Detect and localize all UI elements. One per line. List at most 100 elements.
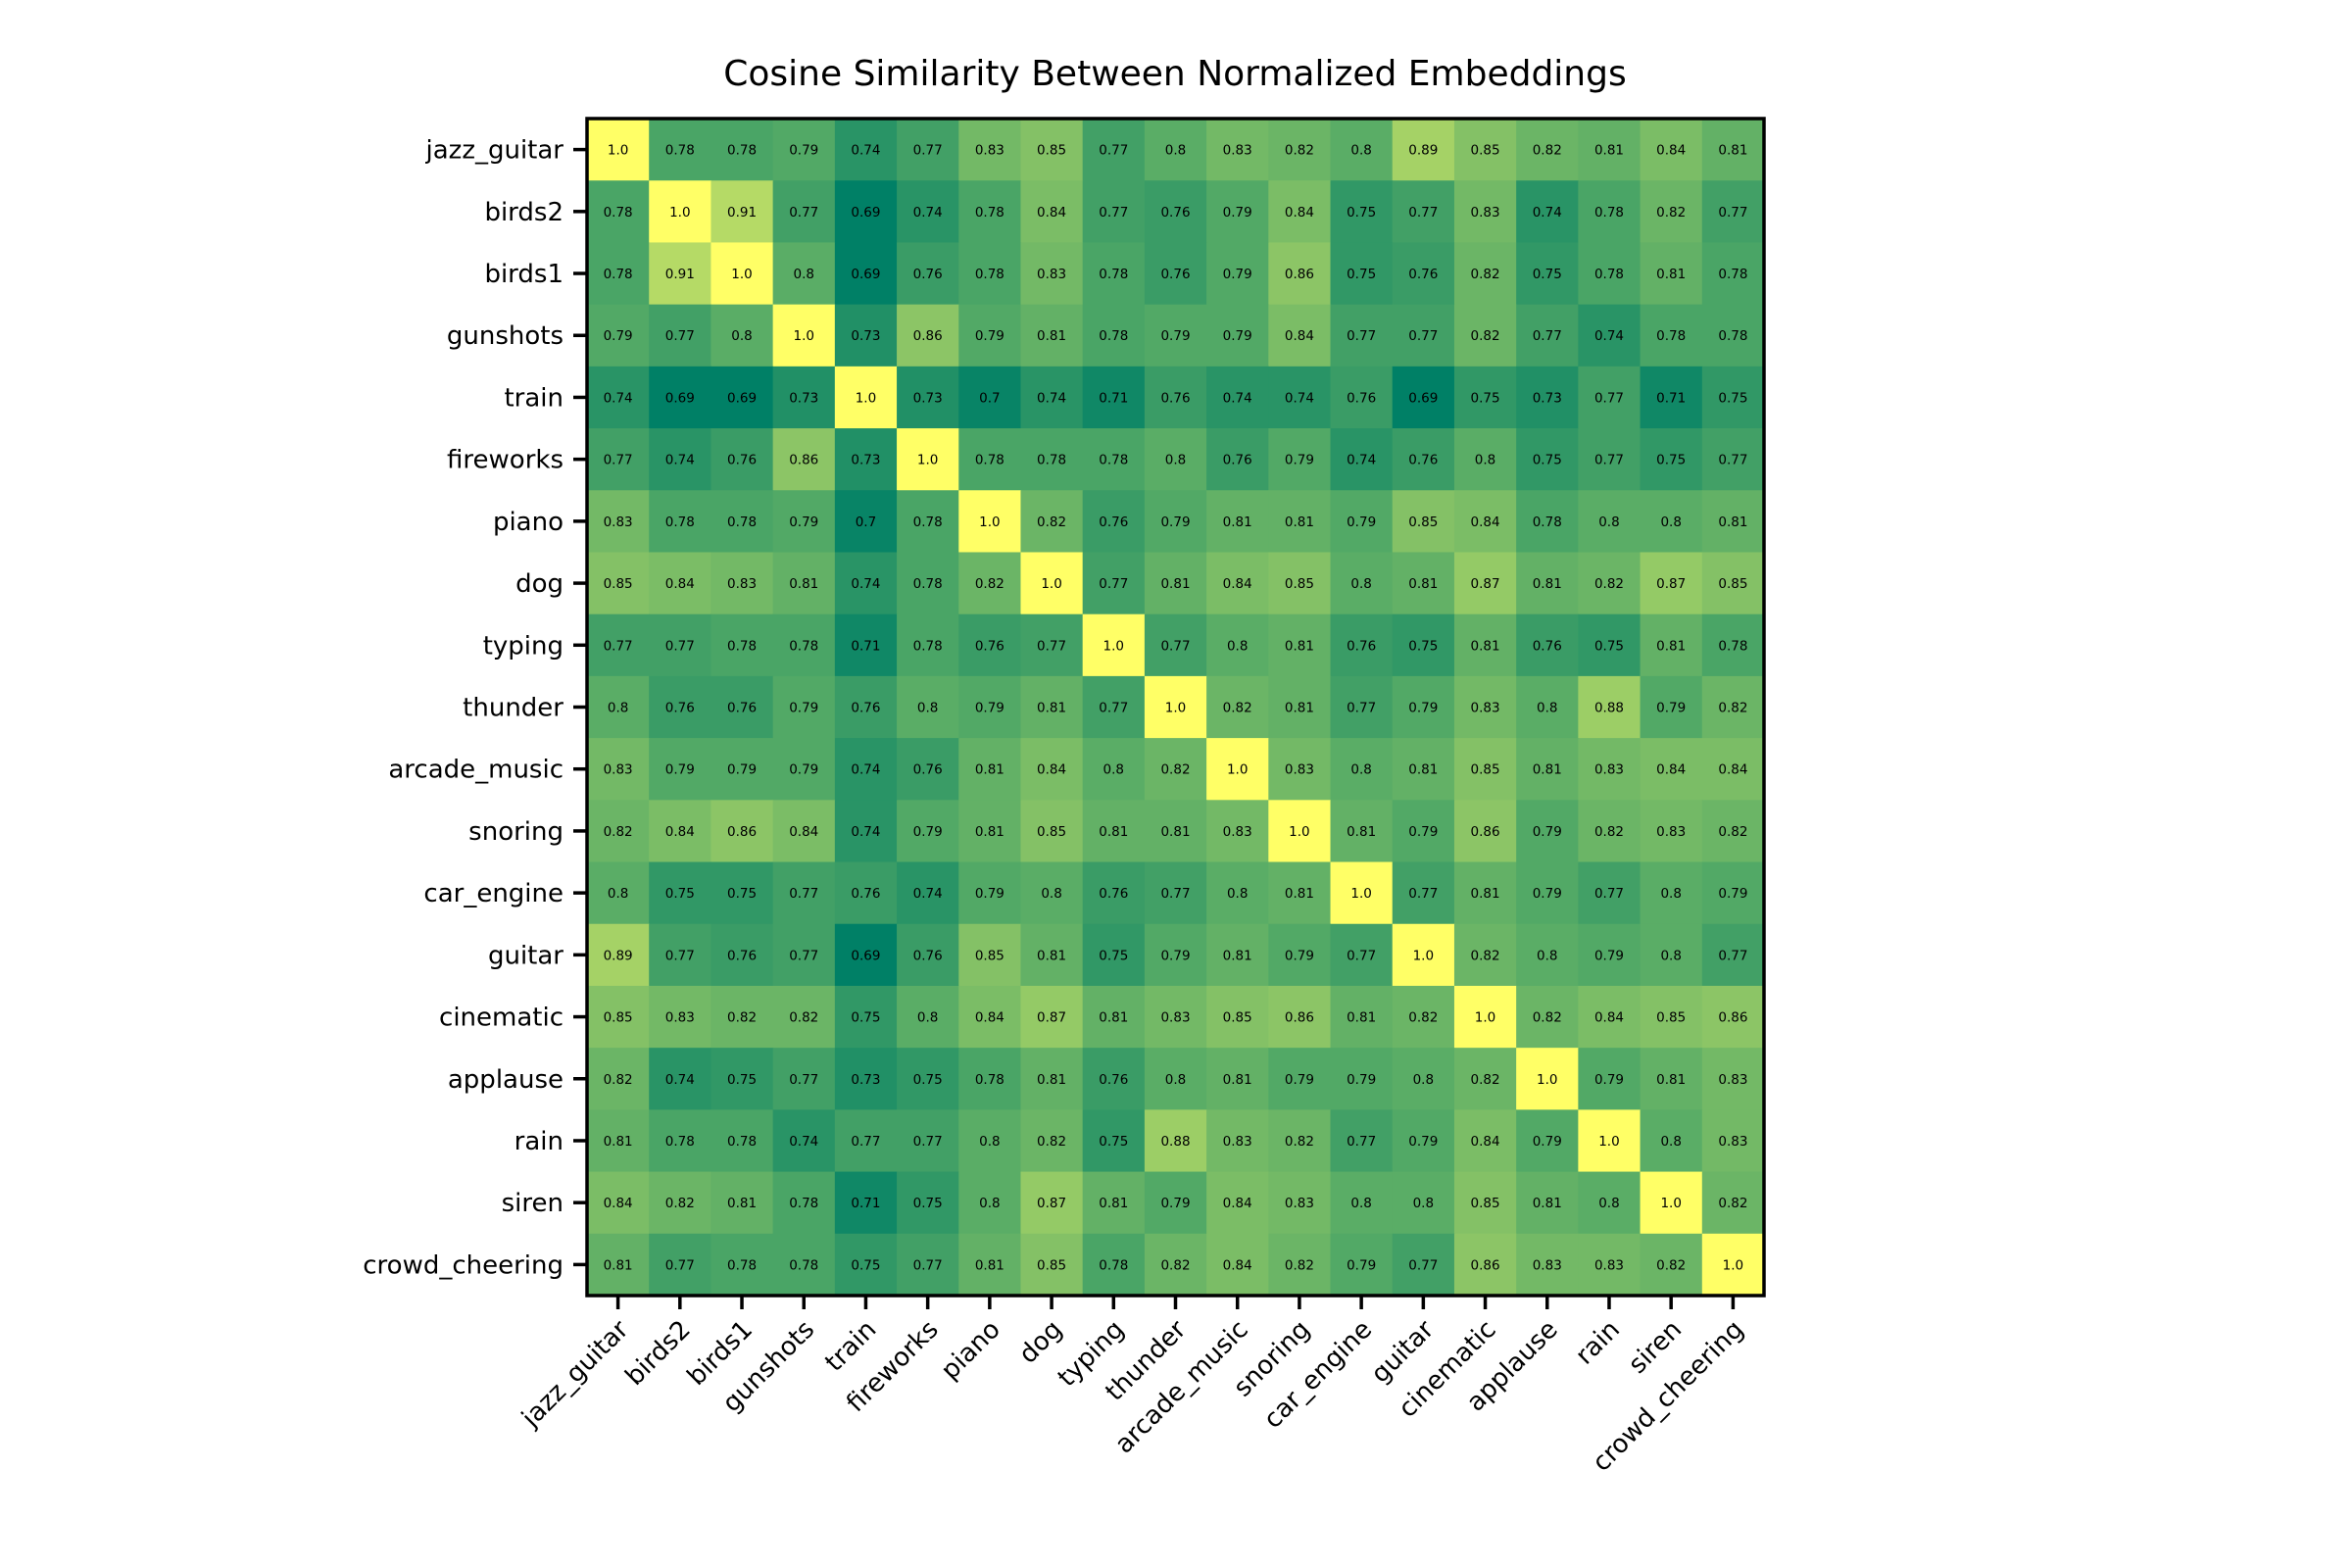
cell-value-label: 0.77 [789,1072,818,1088]
cell-value-label: 0.78 [913,638,943,654]
cell-value-label: 0.74 [1347,453,1376,468]
cell-value-label: 0.74 [1285,390,1314,406]
y-tick-label: rain [514,1127,564,1156]
cell-value-label: 0.75 [913,1072,943,1088]
cell-value-label: 0.86 [789,453,818,468]
cell-value-label: 0.71 [1656,390,1686,406]
cell-value-label: 0.74 [913,205,943,220]
cell-value-label: 0.76 [1347,390,1376,406]
cell-value-label: 0.81 [604,1257,633,1273]
cell-value-label: 0.84 [1285,205,1314,220]
y-tick-label: gunshots [447,321,564,351]
cell-value-label: 0.85 [1656,1010,1686,1026]
cell-value-label: 0.88 [1594,701,1624,716]
cell-value-label: 0.76 [1099,1072,1128,1088]
y-tick-label: applause [448,1065,564,1095]
cell-value-label: 0.82 [1594,824,1624,840]
cell-value-label: 0.83 [1471,205,1500,220]
cell-value-label: 0.82 [1160,762,1190,778]
cell-value-label: 0.73 [913,390,943,406]
cell-value-label: 0.75 [851,1257,880,1273]
cell-value-label: 0.8 [1165,143,1186,159]
cell-value-label: 0.79 [1533,824,1562,840]
cell-value-label: 1.0 [1227,762,1248,778]
cell-value-label: 0.81 [975,1257,1004,1273]
cell-value-label: 0.82 [1408,1010,1438,1026]
cell-value-label: 0.85 [1285,576,1314,592]
cell-value-label: 0.74 [1594,328,1624,344]
cell-value-label: 0.8 [1041,886,1061,902]
cell-value-label: 0.81 [1037,701,1066,716]
cell-value-label: 0.77 [1594,453,1624,468]
cell-value-label: 0.76 [1347,638,1376,654]
cell-value-label: 0.82 [1471,267,1500,282]
cell-value-label: 0.78 [1099,453,1128,468]
cell-value-label: 0.76 [1160,205,1190,220]
cell-value-label: 0.79 [913,824,943,840]
cell-value-label: 0.77 [913,143,943,159]
cell-value-label: 0.79 [1408,824,1438,840]
y-tick-label: arcade_music [388,756,564,785]
cell-value-label: 0.86 [727,824,757,840]
cell-value-label: 0.82 [1037,514,1066,530]
cell-value-label: 0.74 [665,1072,695,1088]
cell-value-label: 0.81 [1533,762,1562,778]
cell-value-label: 0.81 [1471,638,1500,654]
cell-value-label: 0.77 [1099,576,1128,592]
cell-value-label: 0.78 [789,1196,818,1211]
y-axis: jazz_guitar birds2 birds1 gunshots train fire… [363,136,587,1280]
cell-value-label: 0.81 [1656,1072,1686,1088]
cell-value-label: 0.77 [913,1134,943,1150]
cell-value-label: 0.74 [913,886,943,902]
cell-value-label: 1.0 [731,267,752,282]
cell-value-label: 0.8 [917,1010,938,1026]
cell-value-label: 1.0 [1350,886,1371,902]
cell-value-label: 0.75 [665,886,695,902]
cell-value-label: 0.77 [1408,205,1438,220]
cell-value-label: 0.77 [1160,638,1190,654]
cell-value-label: 0.83 [1594,1257,1624,1273]
cell-value-label: 0.83 [1223,824,1252,840]
cell-value-label: 0.82 [1285,143,1314,159]
cell-value-label: 0.81 [1223,948,1252,963]
cell-value-label: 0.78 [789,638,818,654]
cell-value-label: 0.79 [1160,1196,1190,1211]
cell-value-label: 0.77 [1408,328,1438,344]
cell-value-label: 0.75 [1347,205,1376,220]
cell-value-label: 0.8 [1413,1196,1434,1211]
cell-value-label: 0.8 [1598,514,1619,530]
cell-value-label: 0.8 [608,886,628,902]
cell-value-label: 0.77 [1408,1257,1438,1273]
heatmap-chart: Cosine Similarity Between Normalized Emb… [363,54,1766,1478]
cell-value-label: 0.84 [1223,1257,1252,1273]
cell-value-label: 0.79 [1160,948,1190,963]
cell-value-label: 1.0 [1475,1010,1495,1026]
cell-value-label: 0.78 [789,1257,818,1273]
cell-value-label: 0.78 [727,1134,757,1150]
cell-value-label: 0.8 [1660,1134,1681,1150]
cell-value-label: 0.79 [1408,701,1438,716]
cell-value-label: 0.78 [727,514,757,530]
cell-value-label: 0.78 [975,453,1004,468]
cell-value-label: 0.74 [851,762,880,778]
cell-value-label: 0.81 [1594,143,1624,159]
cell-value-label: 0.86 [1718,1010,1747,1026]
cell-value-label: 0.69 [851,267,880,282]
cell-value-label: 0.71 [851,638,880,654]
cell-value-label: 0.74 [851,576,880,592]
cell-value-label: 0.79 [665,762,695,778]
cell-value-label: 1.0 [856,390,876,406]
cell-value-label: 0.8 [1660,514,1681,530]
cell-value-label: 0.82 [1037,1134,1066,1150]
cell-value-label: 0.74 [851,824,880,840]
cell-value-label: 0.82 [789,1010,818,1026]
cell-value-label: 0.78 [1037,453,1066,468]
cell-value-label: 0.83 [1533,1257,1562,1273]
cell-value-label: 0.85 [1223,1010,1252,1026]
cell-value-label: 0.84 [1718,762,1747,778]
cell-value-label: 0.86 [1285,1010,1314,1026]
cell-value-label: 0.78 [1594,267,1624,282]
cell-value-label: 0.79 [1408,1134,1438,1150]
cell-value-label: 0.71 [1099,390,1128,406]
cell-value-label: 0.78 [727,1257,757,1273]
